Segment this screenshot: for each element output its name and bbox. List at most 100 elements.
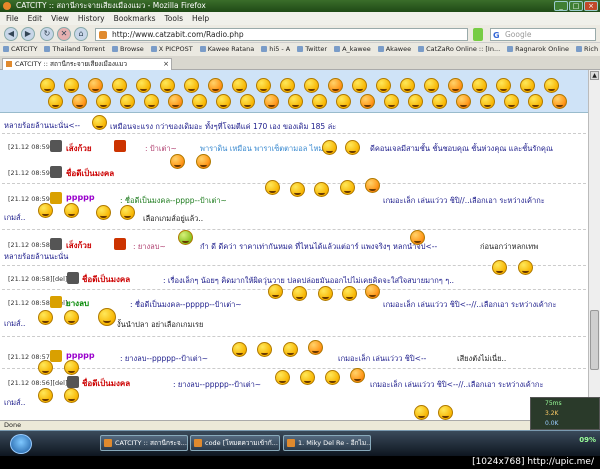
taskbar-item-music[interactable]: 1. Miky Del Re - อีกไม... bbox=[283, 435, 371, 451]
divider bbox=[2, 229, 586, 230]
back-icon[interactable]: ◀ bbox=[4, 27, 18, 41]
url-text: http://www.catzabit.com/Radio.php bbox=[112, 30, 244, 39]
avatar bbox=[50, 238, 62, 250]
chat-message: เกมอะเล็ก เล่นแว่วว ชิปิ<-- bbox=[338, 354, 427, 363]
bookmark-item[interactable]: hi5 - A bbox=[261, 43, 290, 56]
chat-message: : ชื่อดีเป็นมงคล--ppppp--ป้าเต่า~ bbox=[130, 300, 242, 309]
menu-help[interactable]: Help bbox=[192, 12, 209, 25]
bookmark-item[interactable]: CatZaRo Online :: [In... bbox=[418, 43, 500, 56]
browser-window: CATCITY :: สถานีกระจายเสียงเมืองแมว - Mo… bbox=[0, 0, 600, 469]
menu-history[interactable]: History bbox=[78, 12, 105, 25]
avatar bbox=[50, 140, 62, 152]
emoticon-icon bbox=[196, 154, 211, 169]
chat-message: พาราดิน เหมือน พาราเซ็ตตามอล ไหม<-- bbox=[200, 144, 336, 153]
chat-message: เหมือนจะแรง กว่าของเดิมอะ ทั้งๆที่โจมตีแ… bbox=[110, 122, 337, 131]
maximize-button[interactable]: □ bbox=[569, 1, 583, 11]
bookmark-item[interactable]: Twitter bbox=[297, 43, 327, 56]
minimize-button[interactable]: _ bbox=[554, 1, 568, 11]
bookmark-item[interactable]: Kawee Ratana bbox=[200, 43, 255, 56]
divider bbox=[2, 336, 586, 337]
start-button[interactable] bbox=[10, 434, 32, 454]
emoticon-icon bbox=[283, 342, 298, 357]
emoticon-icon bbox=[308, 340, 323, 355]
nickname[interactable]: ppppp bbox=[66, 193, 95, 202]
nickname[interactable]: เส็งก้วย bbox=[66, 239, 92, 252]
emoticon-icon bbox=[410, 230, 425, 245]
emoticon-icon bbox=[170, 154, 185, 169]
avatar bbox=[67, 376, 79, 388]
forward-icon[interactable]: ▶ bbox=[21, 27, 35, 41]
google-icon: G bbox=[493, 31, 500, 40]
home-icon[interactable]: ⌂ bbox=[74, 27, 88, 41]
taskbar-item-code[interactable]: code [โหมดความเข้ากั... bbox=[190, 435, 280, 451]
stop-icon[interactable]: ✕ bbox=[57, 27, 71, 41]
emoticon-icon bbox=[64, 388, 79, 403]
emoticon-icon bbox=[432, 94, 447, 109]
meter-ping: 75ms bbox=[545, 400, 562, 407]
emoticon-icon bbox=[96, 94, 111, 109]
avatar bbox=[114, 140, 126, 152]
chat-message: หลายร้อยล้านนะนั่น bbox=[4, 252, 69, 261]
menu-edit[interactable]: Edit bbox=[28, 12, 43, 25]
emoticon-icon bbox=[120, 94, 135, 109]
search-input[interactable]: G Google bbox=[490, 28, 596, 41]
emoticon-icon bbox=[300, 370, 315, 385]
timestamp: [21.12 08:58] bbox=[8, 241, 53, 249]
scroll-up-icon[interactable]: ▲ bbox=[590, 71, 599, 80]
meter-upload: 0.0K bbox=[545, 420, 559, 427]
bookmark-item[interactable]: Thailand Torrent bbox=[44, 43, 105, 56]
taskbar-item-firefox[interactable]: CATCITY :: สถานีกระจ... bbox=[100, 435, 188, 451]
chat-message: เกมส์.. bbox=[4, 319, 26, 328]
bookmark-item[interactable]: Akawee bbox=[378, 43, 411, 56]
menu-tools[interactable]: Tools bbox=[165, 12, 183, 25]
window-title: CATCITY :: สถานีกระจายเสียงเมืองแมว - Mo… bbox=[16, 1, 206, 10]
nickname[interactable]: ppppp bbox=[66, 351, 95, 360]
firefox-icon bbox=[3, 2, 11, 10]
chat-message: : เรื่องเล็กๆ น้อยๆ คิดมากให้ผิดวุ่นวาย … bbox=[163, 276, 454, 285]
nickname[interactable]: ยางลบ bbox=[66, 297, 89, 310]
vertical-scrollbar[interactable]: ▲ ▼ bbox=[588, 70, 600, 420]
bookmark-item[interactable]: A_kawee bbox=[334, 43, 371, 56]
menu-file[interactable]: File bbox=[6, 12, 19, 25]
avatar bbox=[67, 272, 79, 284]
scroll-thumb[interactable] bbox=[590, 310, 599, 370]
nickname[interactable]: ชื่อดีเป็นมงคล bbox=[82, 273, 130, 286]
bookmark-item[interactable]: Browse bbox=[112, 43, 144, 56]
emoticon-icon bbox=[288, 94, 303, 109]
nickname[interactable]: ชื่อดีเป็นมงคล bbox=[66, 167, 114, 180]
tab-close-icon[interactable]: × bbox=[163, 59, 169, 70]
bookmark-item[interactable]: Rich RO bbox=[576, 43, 600, 56]
emoticon-icon bbox=[178, 230, 193, 245]
site-favicon-icon bbox=[99, 31, 107, 39]
nickname[interactable]: เส็งก้วย bbox=[66, 142, 92, 155]
url-bar[interactable]: http://www.catzabit.com/Radio.php bbox=[95, 28, 468, 41]
bookmark-item[interactable]: X PICPOST bbox=[151, 43, 193, 56]
timestamp: [21.12 08:59] bbox=[8, 169, 53, 177]
emoticon-icon bbox=[456, 94, 471, 109]
menu-view[interactable]: View bbox=[51, 12, 69, 25]
chat-message: ก่อนอกว่าหลกเทพ bbox=[480, 242, 539, 251]
emoticon-icon bbox=[38, 360, 53, 375]
emoticon-icon bbox=[232, 78, 247, 93]
timestamp: [21.12 08:58][del] bbox=[8, 275, 68, 283]
tab-catcity[interactable]: CATCITY :: สถานีกระจายเสียงเมืองแมว × bbox=[2, 58, 172, 70]
avatar bbox=[50, 296, 62, 308]
emoticon-icon bbox=[48, 94, 63, 109]
meter-download: 3.2K bbox=[545, 410, 559, 417]
reload-icon[interactable]: ↻ bbox=[40, 27, 54, 41]
avatar bbox=[50, 192, 62, 204]
menu-bookmarks[interactable]: Bookmarks bbox=[114, 12, 156, 25]
bookmark-item[interactable]: CATCITY bbox=[3, 43, 37, 56]
chat-message: งั้นนำปลา อย่าเลือกเกมเรย bbox=[117, 320, 204, 329]
go-icon[interactable] bbox=[473, 28, 483, 41]
close-button[interactable]: × bbox=[584, 1, 598, 11]
emoticon-icon bbox=[64, 360, 79, 375]
emoticon-icon bbox=[120, 205, 135, 220]
emoticon-icon bbox=[304, 78, 319, 93]
emoticon-icon bbox=[256, 78, 271, 93]
bookmark-item[interactable]: Ragnarok Online bbox=[507, 43, 569, 56]
emoticon-icon bbox=[64, 310, 79, 325]
chat-message: ดีคอนเจลมีสามชั้น ชั้นชอบคุณ ชั้นห่วงคุณ… bbox=[370, 144, 553, 153]
nickname[interactable]: ชื่อดีเป็นมงคล bbox=[82, 377, 130, 390]
avatar bbox=[50, 350, 62, 362]
